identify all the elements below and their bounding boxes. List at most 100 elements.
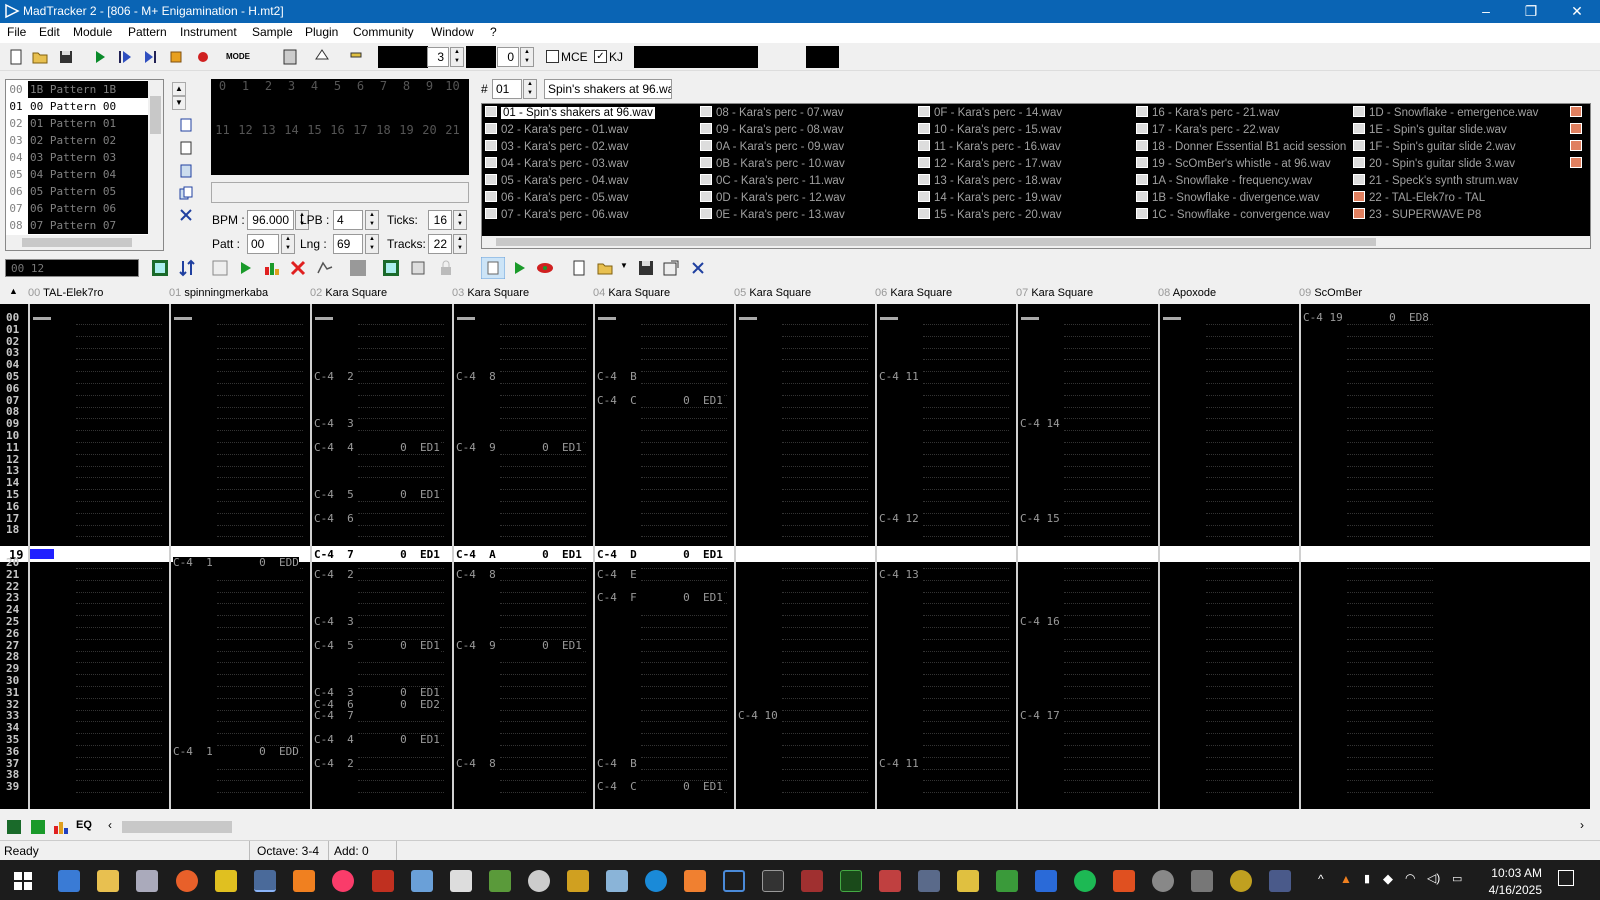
order-cell[interactable]: 11: [211, 123, 234, 137]
file-explorer-icon[interactable]: [97, 870, 119, 892]
sample-list-item[interactable]: 03 - Kara's perc - 02.wav: [485, 139, 628, 155]
order-cell[interactable]: 8: [395, 79, 418, 93]
bpm-value[interactable]: 96.000: [247, 210, 294, 230]
track-header[interactable]: 00 TAL-Elek7ro: [28, 287, 103, 299]
new-file-icon[interactable]: [6, 47, 26, 67]
mce-checkbox[interactable]: [546, 50, 559, 63]
octave-value[interactable]: 3: [427, 47, 449, 67]
pattern-list-item[interactable]: 08 07 Pattern 07: [6, 217, 148, 234]
lpb-value[interactable]: 4: [333, 210, 363, 230]
note-cell[interactable]: C-4 12: [879, 513, 919, 525]
menu-sample[interactable]: Sample: [252, 25, 293, 39]
track-header[interactable]: 06 Kara Square: [875, 287, 952, 299]
record-sample-icon[interactable]: [535, 259, 555, 277]
lpb-spinner[interactable]: ▲ ▼: [365, 210, 379, 230]
tracks-value[interactable]: 22: [428, 234, 452, 254]
order-cell[interactable]: 5: [326, 79, 349, 93]
pattern-up-button[interactable]: ▲: [172, 82, 186, 96]
sample-name-field[interactable]: Spin's shakers at 96.wav: [544, 79, 672, 99]
order-cell[interactable]: 17: [349, 123, 372, 137]
taskbar-app-icon[interactable]: [879, 870, 901, 892]
track-header[interactable]: 05 Kara Square: [734, 287, 811, 299]
sample-list-item[interactable]: 05 - Kara's perc - 04.wav: [485, 173, 628, 189]
sample-list-item[interactable]: 21 - Speck's synth strum.wav: [1353, 173, 1518, 189]
order-cell[interactable]: 2: [257, 79, 280, 93]
menu-module[interactable]: Module: [73, 25, 112, 39]
taskbar-app-icon[interactable]: [801, 870, 823, 892]
open-folder-icon[interactable]: [30, 47, 50, 67]
note-cell[interactable]: C-4 C 0 ED1: [597, 781, 723, 793]
collapse-arrow-icon[interactable]: ▲: [9, 286, 18, 296]
terminal-icon[interactable]: [762, 870, 784, 892]
order-cell[interactable]: 9: [418, 79, 441, 93]
add-value[interactable]: 0: [497, 47, 519, 67]
order-cell[interactable]: 15: [303, 123, 326, 137]
sample-list-item[interactable]: 17 - Kara's perc - 22.wav: [1136, 122, 1279, 138]
note-cell[interactable]: C-4 15: [1020, 513, 1060, 525]
note-cell[interactable]: C-4 3: [314, 616, 354, 628]
scroll-thumb[interactable]: [122, 821, 232, 833]
clock-date[interactable]: 4/16/2025: [1478, 883, 1542, 897]
properties-icon[interactable]: [280, 47, 300, 67]
note-cell[interactable]: C-4 8: [456, 758, 496, 770]
note-cell[interactable]: C-4 1 0 EDD: [173, 557, 299, 569]
delete-sample-icon[interactable]: [689, 259, 707, 277]
note-cell[interactable]: C-4 17: [1020, 710, 1060, 722]
clone-pattern-icon[interactable]: [178, 185, 194, 201]
sample-list-item[interactable]: 1B - Snowflake - divergence.wav: [1136, 190, 1319, 206]
track-header[interactable]: 03 Kara Square: [452, 287, 529, 299]
sample-list-item[interactable]: 15 - Kara's perc - 20.wav: [918, 207, 1061, 223]
note-cell[interactable]: C-4 4 0 ED1: [314, 734, 440, 746]
battery-icon[interactable]: ▭: [1452, 872, 1462, 885]
play-instrument-icon[interactable]: [237, 259, 255, 277]
save-icon[interactable]: [56, 47, 76, 67]
order-cell[interactable]: 1: [234, 79, 257, 93]
minecraft-icon[interactable]: [489, 870, 511, 892]
menu-window[interactable]: Window: [431, 25, 474, 39]
track-levels-icon[interactable]: [53, 819, 69, 835]
order-cell[interactable]: 12: [234, 123, 257, 137]
order-cell[interactable]: 6: [349, 79, 372, 93]
note-cell[interactable]: C-4 8: [456, 569, 496, 581]
order-cell[interactable]: 3: [280, 79, 303, 93]
note-cell[interactable]: C-4 7: [314, 710, 354, 722]
taskbar-app-icon[interactable]: [684, 870, 706, 892]
note-cell[interactable]: C-4 10: [738, 710, 778, 722]
taskbar-app-icon[interactable]: [840, 870, 862, 892]
sample-list-item[interactable]: 08 - Kara's perc - 07.wav: [700, 105, 843, 121]
scroll-right-icon[interactable]: ›: [1580, 818, 1584, 832]
bar-chart-icon[interactable]: [263, 259, 281, 277]
calculator-icon[interactable]: [411, 870, 433, 892]
track-header[interactable]: 04 Kara Square: [593, 287, 670, 299]
maximize-button[interactable]: ❐: [1508, 0, 1554, 23]
note-cell[interactable]: C-4 2: [314, 569, 354, 581]
metronome-icon[interactable]: [312, 47, 332, 67]
taskbar-app-icon[interactable]: [215, 870, 237, 892]
song-comment-field[interactable]: [211, 182, 469, 203]
taskbar-app-icon[interactable]: [1035, 870, 1057, 892]
new-sample-icon[interactable]: [570, 259, 588, 277]
spotify-icon[interactable]: [1074, 870, 1096, 892]
track-view-icon[interactable]: [6, 819, 22, 835]
track-header[interactable]: 01 spinningmerkaba: [169, 287, 268, 299]
scroll-left-icon[interactable]: ‹: [108, 818, 112, 832]
taskbar-app-icon[interactable]: [606, 870, 628, 892]
sample-list-item[interactable]: 1E - Spin's guitar slide.wav: [1353, 122, 1507, 138]
delete-instrument-icon[interactable]: [289, 259, 307, 277]
tray-device-icon[interactable]: ▮: [1364, 872, 1370, 885]
order-cell[interactable]: 16: [326, 123, 349, 137]
note-cell[interactable]: C-4 11: [879, 758, 919, 770]
taskbar-app-icon[interactable]: [957, 870, 979, 892]
order-grid[interactable]: 0 1 2 3 4 5 6 7 8 9 10 11 12 13 14 15 16 17 18 19 20 21: [211, 79, 469, 175]
sample-list-item[interactable]: 11 - Kara's perc - 16.wav: [918, 139, 1061, 155]
menu-plugin[interactable]: Plugin: [305, 25, 338, 39]
new-pattern-icon[interactable]: [178, 140, 194, 156]
minimize-button[interactable]: –: [1463, 0, 1509, 23]
vlc-icon[interactable]: [293, 870, 315, 892]
menu-file[interactable]: File: [7, 25, 26, 39]
order-cell[interactable]: 13: [257, 123, 280, 137]
lng-value[interactable]: 69: [333, 234, 363, 254]
pattern-view-icon[interactable]: [151, 259, 169, 277]
sample-list-item[interactable]: 23 - SUPERWAVE P8: [1353, 207, 1481, 223]
note-cell[interactable]: C-4 F 0 ED1: [597, 592, 723, 604]
